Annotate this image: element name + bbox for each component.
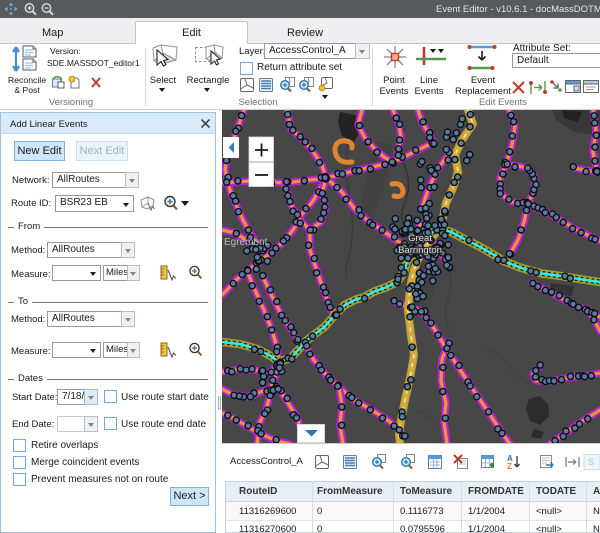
svg-text:S: S bbox=[588, 457, 594, 467]
svg-text:Egremont: Egremont bbox=[224, 237, 268, 248]
svg-text:Z: Z bbox=[507, 462, 512, 471]
svg-text:Great: Great bbox=[408, 233, 432, 244]
svg-text:Barrington: Barrington bbox=[398, 245, 442, 256]
